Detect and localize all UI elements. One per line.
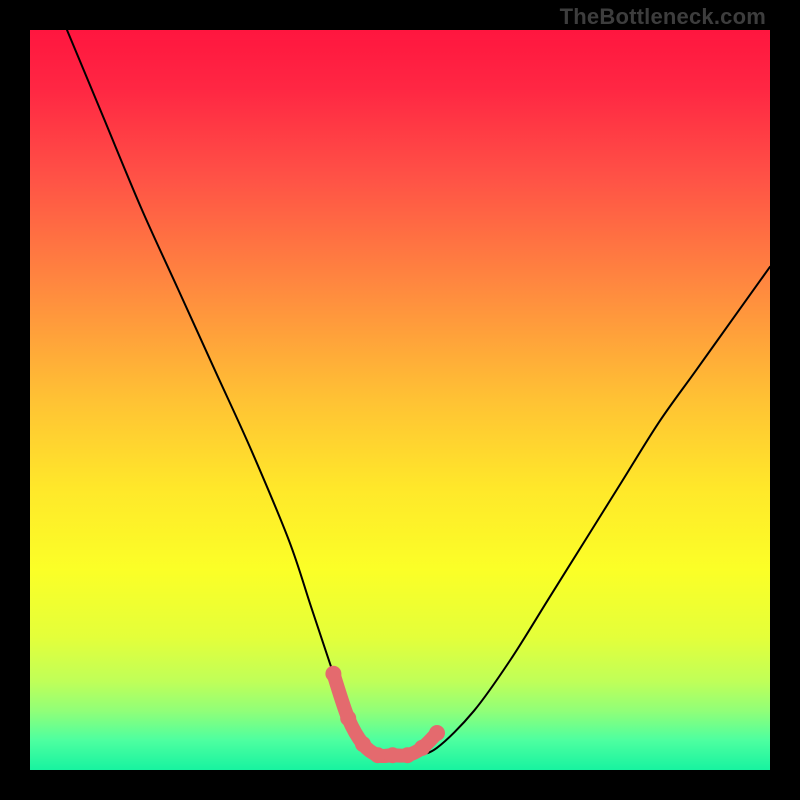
plot-area — [30, 30, 770, 770]
bottleneck-curve — [67, 30, 770, 756]
highlight-dot — [399, 747, 415, 763]
highlight-dot — [414, 740, 430, 756]
watermark-text: TheBottleneck.com — [560, 4, 766, 30]
optimal-range-dots — [325, 666, 445, 763]
highlight-dot — [340, 710, 356, 726]
highlight-dot — [325, 666, 341, 682]
highlight-dot — [429, 725, 445, 741]
chart-overlay — [30, 30, 770, 770]
highlight-dot — [370, 747, 386, 763]
chart-frame: TheBottleneck.com — [0, 0, 800, 800]
highlight-dot — [385, 747, 401, 763]
highlight-dot — [355, 736, 371, 752]
